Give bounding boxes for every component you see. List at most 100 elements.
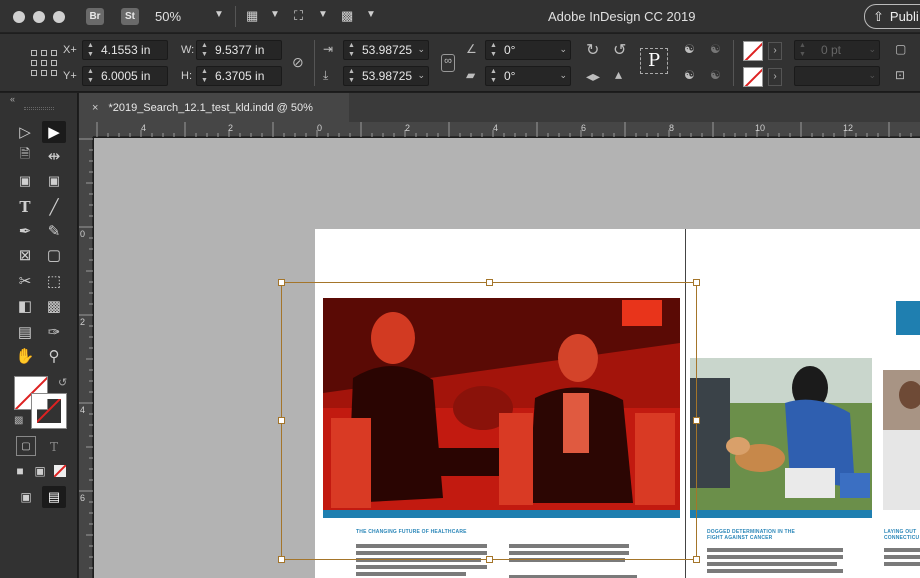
resize-handle-right[interactable] [693,417,700,424]
stroke-type-field[interactable]: ⌄ [794,66,880,86]
select-next-icon[interactable]: ☯ [710,68,721,82]
scale-x-field[interactable]: ▲ ▼ 53.98725 ⌄ [343,40,429,60]
height-field[interactable]: ▲ ▼ 6.3705 in [196,66,282,86]
window-zoom-button[interactable] [53,11,65,23]
stepper-icon[interactable]: ▲ ▼ [87,41,94,59]
screen-mode-icon[interactable]: ⛶ [294,8,303,24]
resize-handle-top-left[interactable] [278,279,285,286]
chevron-down-icon[interactable]: ⌄ [868,44,876,55]
y-position-field[interactable]: ▲ ▼ 6.0005 in [82,66,168,86]
partial-photo[interactable] [883,370,920,510]
gap-tool-icon[interactable]: ⇹ [42,145,66,167]
zoom-level-dropdown[interactable]: 50% [155,9,181,24]
constrain-proportions-icon[interactable]: ⊘ [292,54,304,71]
stepper-icon[interactable]: ▲ ▼ [348,67,355,85]
gradient-swatch-tool-icon[interactable]: ◧ [13,295,37,317]
chevron-down-icon[interactable]: ⌄ [868,70,876,81]
shear-field[interactable]: ▲ ▼ 0° ⌄ [485,66,571,86]
stepper-icon[interactable]: ▲ ▼ [87,67,94,85]
resize-handle-bottom[interactable] [486,556,493,563]
stroke-color-swatch[interactable] [31,393,67,429]
window-close-button[interactable] [13,11,25,23]
stroke-weight-field[interactable]: ▲ ▼ 0 pt ⌄ [794,40,880,60]
ruler-origin[interactable] [79,122,93,137]
eyedropper-tool-icon[interactable]: ✑ [42,321,66,343]
effects-icon[interactable]: ▢ [895,42,906,56]
chevron-right-icon[interactable]: › [768,68,782,86]
stepper-icon[interactable]: ▲ ▼ [201,41,208,59]
formatting-text-icon[interactable]: T [42,436,66,458]
chevron-down-icon[interactable]: ▼ [366,9,376,20]
chevron-down-icon[interactable]: ▼ [270,9,280,20]
apply-none-icon[interactable] [48,460,72,482]
resize-handle-top[interactable] [486,279,493,286]
chevron-down-icon[interactable]: ⌄ [417,44,425,55]
rotation-field[interactable]: ▲ ▼ 0° ⌄ [485,40,571,60]
page-tool-icon[interactable]: 🗎 [13,145,37,167]
constrain-scale-icon[interactable]: ∞ [441,54,455,72]
formatting-container-icon[interactable]: ▢ [16,436,36,456]
vertical-ruler[interactable]: 0 2 4 6 [79,137,93,578]
selection-tool-icon[interactable]: ▷ [13,121,37,143]
stepper-icon[interactable]: ▲ ▼ [348,41,355,59]
x-position-field[interactable]: ▲ ▼ 4.1553 in [82,40,168,60]
rotate-counterclockwise-icon[interactable]: ↺ [613,40,626,60]
view-options-icon[interactable]: ▦ [246,8,258,24]
resize-handle-bottom-left[interactable] [278,556,285,563]
stroke-swatch[interactable] [743,67,763,87]
default-colors-icon[interactable]: ▩ [14,415,23,426]
window-minimize-button[interactable] [33,11,45,23]
select-container-icon[interactable]: ☯ [684,42,695,56]
width-field[interactable]: ▲ ▼ 9.5377 in [196,40,282,60]
resize-handle-top-right[interactable] [693,279,700,286]
stepper-icon[interactable]: ▲ ▼ [799,41,806,59]
wrap-icon[interactable]: ⊡ [895,68,905,82]
fill-swatch[interactable] [743,41,763,61]
rectangle-tool-icon[interactable]: ▢ [42,244,66,266]
reference-point-icon[interactable] [31,50,57,76]
content-collector-icon[interactable]: ▣ [13,170,37,192]
chevron-down-icon[interactable]: ⌄ [559,44,567,55]
arrange-documents-icon[interactable]: ▩ [341,8,353,24]
content-placer-icon[interactable]: ▣ [42,170,66,192]
stock-button[interactable]: St [121,8,139,25]
horizontal-ruler[interactable]: 4 2 0 2 4 6 8 10 12 [93,122,920,137]
dog-event-photo[interactable] [690,358,872,510]
select-content-icon[interactable]: ☯ [710,42,721,56]
panel-grip[interactable] [24,107,54,110]
document-tab[interactable]: × *2019_Search_12.1_test_kld.indd @ 50% [79,93,349,122]
free-transform-tool-icon[interactable]: ⬚ [42,270,66,292]
chevron-down-icon[interactable]: ⌄ [559,70,567,81]
normal-view-icon[interactable]: ▣ [14,486,38,508]
chevron-right-icon[interactable]: › [768,42,782,60]
stepper-icon[interactable]: ▲ ▼ [201,67,208,85]
pen-tool-icon[interactable]: ✒ [13,220,37,242]
flip-vertical-icon[interactable]: ▴ [615,66,622,83]
collapse-panel-icon[interactable]: « [10,94,15,104]
note-tool-icon[interactable]: ▤ [13,321,37,343]
resize-handle-left[interactable] [278,417,285,424]
chevron-down-icon[interactable]: ⌄ [417,70,425,81]
chevron-down-icon[interactable]: ▼ [214,9,224,20]
caption-cancer[interactable]: DOGGED DETERMINATION IN THE FIGHT AGAINS… [707,529,795,541]
zoom-tool-icon[interactable]: ⚲ [42,345,66,367]
screen-mode-tool-icon[interactable]: ▤ [42,486,66,508]
scale-y-field[interactable]: ▲ ▼ 53.98725 ⌄ [343,66,429,86]
line-tool-icon[interactable]: ╱ [42,196,66,218]
rectangle-frame-tool-icon[interactable]: ⊠ [13,244,37,266]
rotate-clockwise-icon[interactable]: ↻ [586,40,599,60]
chevron-down-icon[interactable]: ▼ [318,9,328,20]
pencil-tool-icon[interactable]: ✎ [42,220,66,242]
select-previous-icon[interactable]: ☯ [684,68,695,82]
resize-handle-bottom-right[interactable] [693,556,700,563]
bridge-button[interactable]: Br [86,8,104,25]
type-tool-icon[interactable]: T [13,196,37,218]
close-icon[interactable]: × [92,102,98,114]
swap-colors-icon[interactable]: ↺ [58,376,67,389]
selection-bounding-box[interactable] [281,282,697,560]
flip-horizontal-icon[interactable]: ◂▸ [586,68,600,85]
pasteboard[interactable]: THE CHANGING FUTURE OF HEALTHCARE DOGGED… [94,138,920,578]
scissors-tool-icon[interactable]: ✂ [13,270,37,292]
publish-online-button[interactable]: ⇧ Publi [864,4,920,29]
hand-tool-icon[interactable]: ✋ [13,345,37,367]
